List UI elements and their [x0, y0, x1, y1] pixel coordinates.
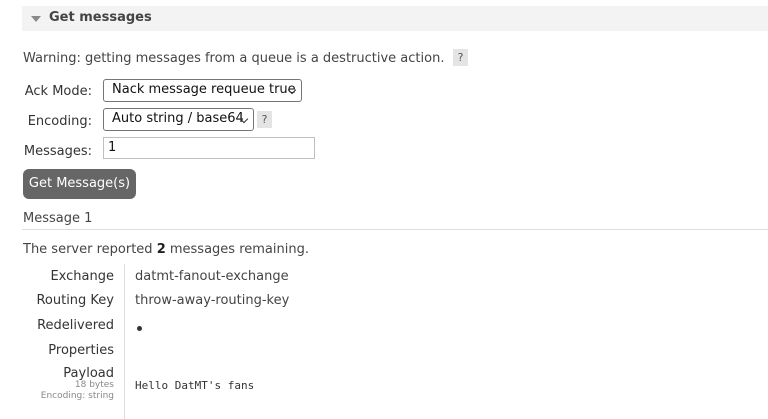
- warning-text: Warning: getting messages from a queue i…: [23, 51, 445, 66]
- payload-value: Hello DatMT's fans: [135, 379, 255, 392]
- payload-label: Payload: [63, 366, 114, 381]
- messages-count-value: 1: [108, 140, 117, 155]
- encoding-select[interactable]: Auto string / base64: [103, 108, 254, 131]
- routing-key-value: throw-away-routing-key: [135, 293, 290, 308]
- section-title: Get messages: [49, 10, 152, 25]
- payload-encoding: Encoding: string: [40, 391, 114, 401]
- exchange-value: datmt-fanout-exchange: [135, 269, 289, 284]
- warning-help-icon[interactable]: ?: [452, 49, 469, 66]
- remaining-suffix: messages remaining.: [165, 242, 309, 257]
- field-divider: [124, 264, 125, 419]
- exchange-label: Exchange: [50, 269, 114, 284]
- messages-label: Messages:: [23, 144, 92, 159]
- divider: [22, 229, 768, 230]
- routing-key-label: Routing Key: [36, 293, 114, 308]
- encoding-help-icon[interactable]: ?: [257, 111, 272, 128]
- get-messages-section-header[interactable]: Get messages: [22, 6, 768, 31]
- get-messages-button[interactable]: Get Message(s): [23, 169, 136, 199]
- encoding-label: Encoding:: [27, 114, 92, 129]
- ack-mode-value: Nack message requeue true: [112, 82, 296, 97]
- redelivered-indicator-icon: [137, 326, 142, 331]
- message-heading: Message 1: [23, 211, 93, 226]
- payload-size: 18 bytes: [74, 380, 114, 390]
- remaining-prefix: The server reported: [23, 242, 157, 257]
- encoding-value: Auto string / base64: [112, 111, 244, 126]
- ack-mode-select[interactable]: Nack message requeue true: [103, 79, 302, 102]
- destructive-warning: Warning: getting messages from a queue i…: [23, 49, 469, 66]
- collapse-caret-icon[interactable]: [31, 16, 41, 22]
- messages-count-input[interactable]: 1: [103, 137, 315, 159]
- remaining-status: The server reported 2 messages remaining…: [23, 242, 309, 257]
- redelivered-label: Redelivered: [37, 318, 114, 333]
- remaining-count: 2: [156, 242, 166, 257]
- ack-mode-label: Ack Mode:: [24, 84, 92, 99]
- properties-label: Properties: [48, 343, 114, 358]
